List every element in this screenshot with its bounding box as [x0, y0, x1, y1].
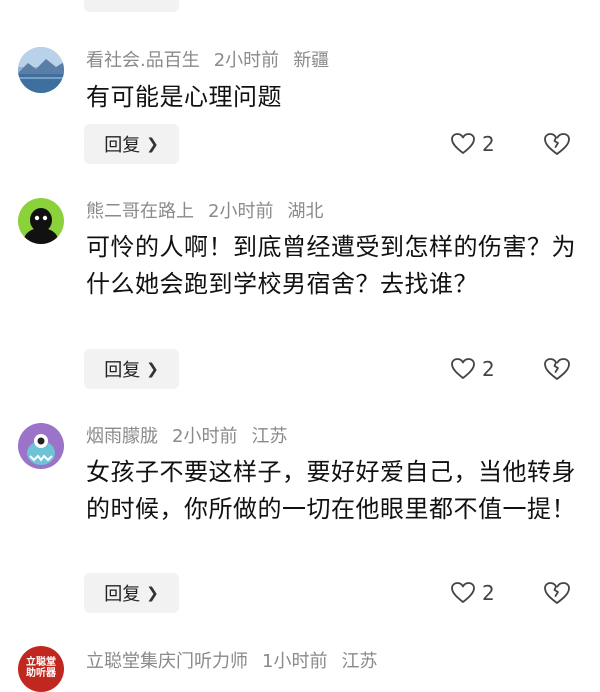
location: 江苏 [341, 651, 378, 672]
black-figure-avatar-icon [18, 198, 64, 244]
reply-label: 回复 [104, 135, 141, 156]
username[interactable]: 熊二哥在路上 [86, 201, 194, 222]
chevron-right-icon: ❯ [146, 135, 159, 153]
username[interactable]: 烟雨朦胧 [86, 426, 158, 447]
hearing-aid-logo-icon: 立聪堂 助听器 [26, 657, 56, 679]
reply-button[interactable]: 回复 ❯ [84, 124, 179, 164]
reply-button[interactable]: 回复 ❯ [84, 349, 179, 389]
timestamp: 2小时前 [208, 201, 274, 222]
broken-heart-icon[interactable] [542, 355, 572, 383]
broken-heart-icon[interactable] [542, 579, 572, 607]
like-count: 2 [482, 581, 495, 605]
previous-reply-button[interactable] [84, 0, 179, 12]
chevron-right-icon: ❯ [146, 584, 159, 602]
comment-meta: 熊二哥在路上 2小时前 湖北 [86, 201, 337, 223]
avatar[interactable] [18, 423, 64, 469]
timestamp: 1小时前 [262, 651, 328, 672]
monster-avatar-icon [18, 423, 64, 469]
chevron-right-icon: ❯ [146, 360, 159, 378]
mountain-lake-avatar-icon [18, 47, 64, 93]
location: 新疆 [293, 50, 330, 71]
timestamp: 2小时前 [172, 426, 238, 447]
heart-icon [451, 358, 475, 379]
broken-heart-icon[interactable] [542, 130, 572, 158]
like-count: 2 [482, 357, 495, 381]
heart-icon [451, 582, 475, 603]
comment-text: 女孩子不要这样子，要好好爱自己，当他转身的时候，你所做的一切在他眼里都不值一提！ [86, 458, 576, 523]
comment-meta: 烟雨朦胧 2小时前 江苏 [86, 426, 301, 448]
reply-label: 回复 [104, 360, 141, 381]
previous-actions-icons [448, 0, 574, 8]
comment-meta: 立聪堂集庆门听力师 1小时前 江苏 [86, 651, 391, 673]
like-button[interactable]: 2 [450, 130, 510, 158]
location: 江苏 [251, 426, 288, 447]
comment-text: 可怜的人啊！到底曾经遭受到怎样的伤害？为什么她会跑到学校男宿舍？去找谁？ [86, 233, 576, 298]
comment-text: 有可能是心理问题 [86, 83, 282, 111]
avatar[interactable] [18, 47, 64, 93]
timestamp: 2小时前 [213, 50, 280, 71]
reply-label: 回复 [104, 584, 141, 605]
like-count: 2 [482, 132, 495, 156]
username[interactable]: 立聪堂集庆门听力师 [86, 651, 248, 672]
like-button[interactable]: 2 [450, 579, 510, 607]
heart-icon [451, 133, 475, 154]
avatar[interactable] [18, 198, 64, 244]
comment-meta: 看社会.品百生 2小时前 新疆 [86, 50, 343, 72]
avatar[interactable]: 立聪堂 助听器 [18, 646, 64, 692]
like-button[interactable]: 2 [450, 355, 510, 383]
location: 湖北 [287, 201, 324, 222]
reply-button[interactable]: 回复 ❯ [84, 573, 179, 613]
username[interactable]: 看社会.品百生 [86, 50, 200, 71]
